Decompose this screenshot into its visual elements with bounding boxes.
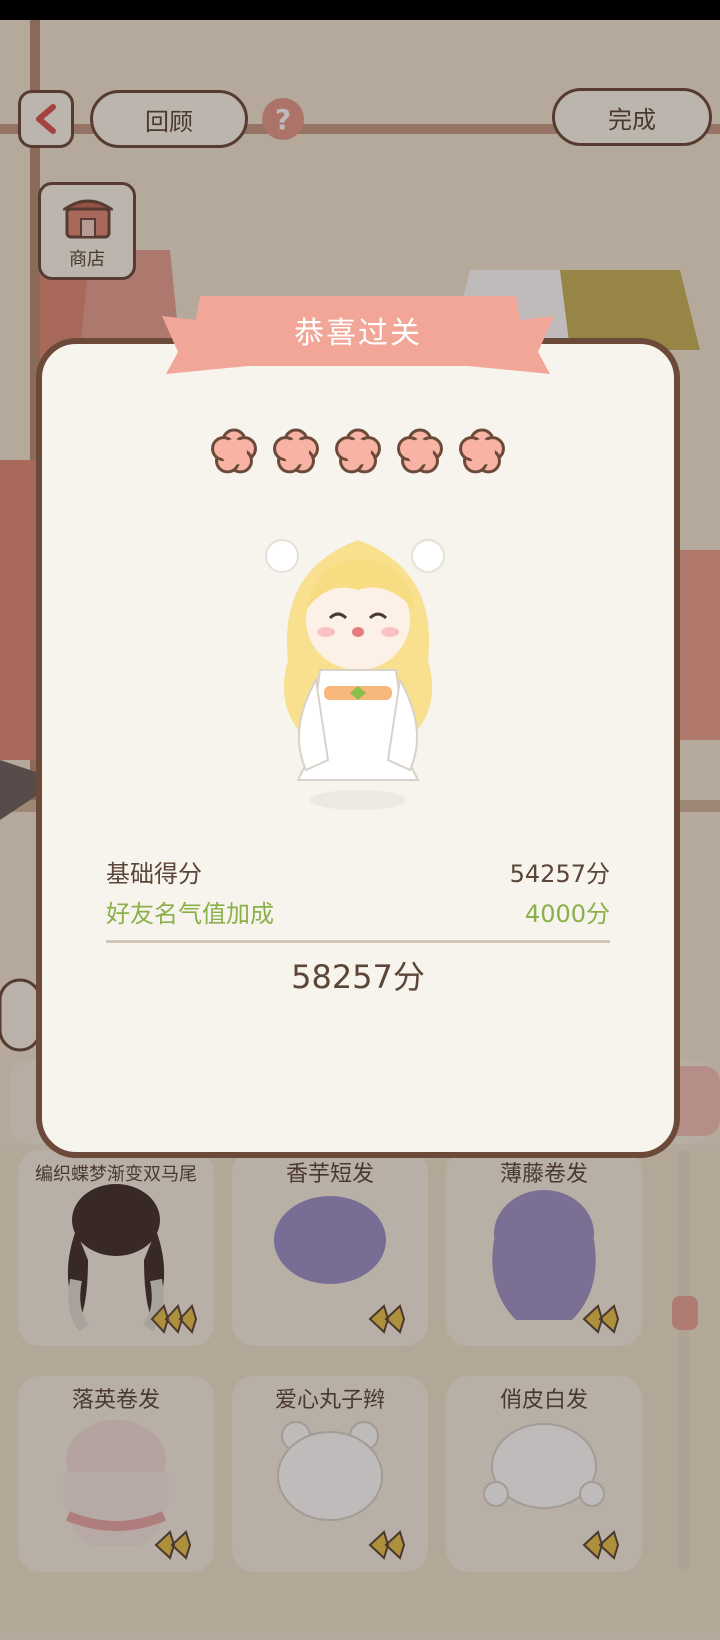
rating-star-icon (335, 428, 381, 474)
bonus-score-value: 4000分 (524, 900, 610, 928)
score-divider (106, 940, 610, 943)
dialog-title: 恭喜过关 (294, 316, 422, 351)
rating-star-icon (211, 428, 257, 474)
rating-star-icon (273, 428, 319, 474)
bonus-score-label: 好友名气值加成 (106, 900, 274, 928)
base-score-label: 基础得分 (106, 860, 202, 888)
character-portrait (265, 539, 445, 810)
title-ribbon: 恭喜过关 (158, 292, 558, 380)
total-score: 58257分 (291, 958, 425, 996)
base-score-row: 基础得分 54257分 (106, 854, 610, 890)
rating-star-icon (397, 428, 443, 474)
rating-star-icon (459, 428, 505, 474)
base-score-value: 54257分 (509, 860, 610, 888)
status-bar (0, 0, 720, 20)
star-rating (211, 428, 505, 474)
bonus-score-row: 好友名气值加成 4000分 (106, 894, 610, 930)
